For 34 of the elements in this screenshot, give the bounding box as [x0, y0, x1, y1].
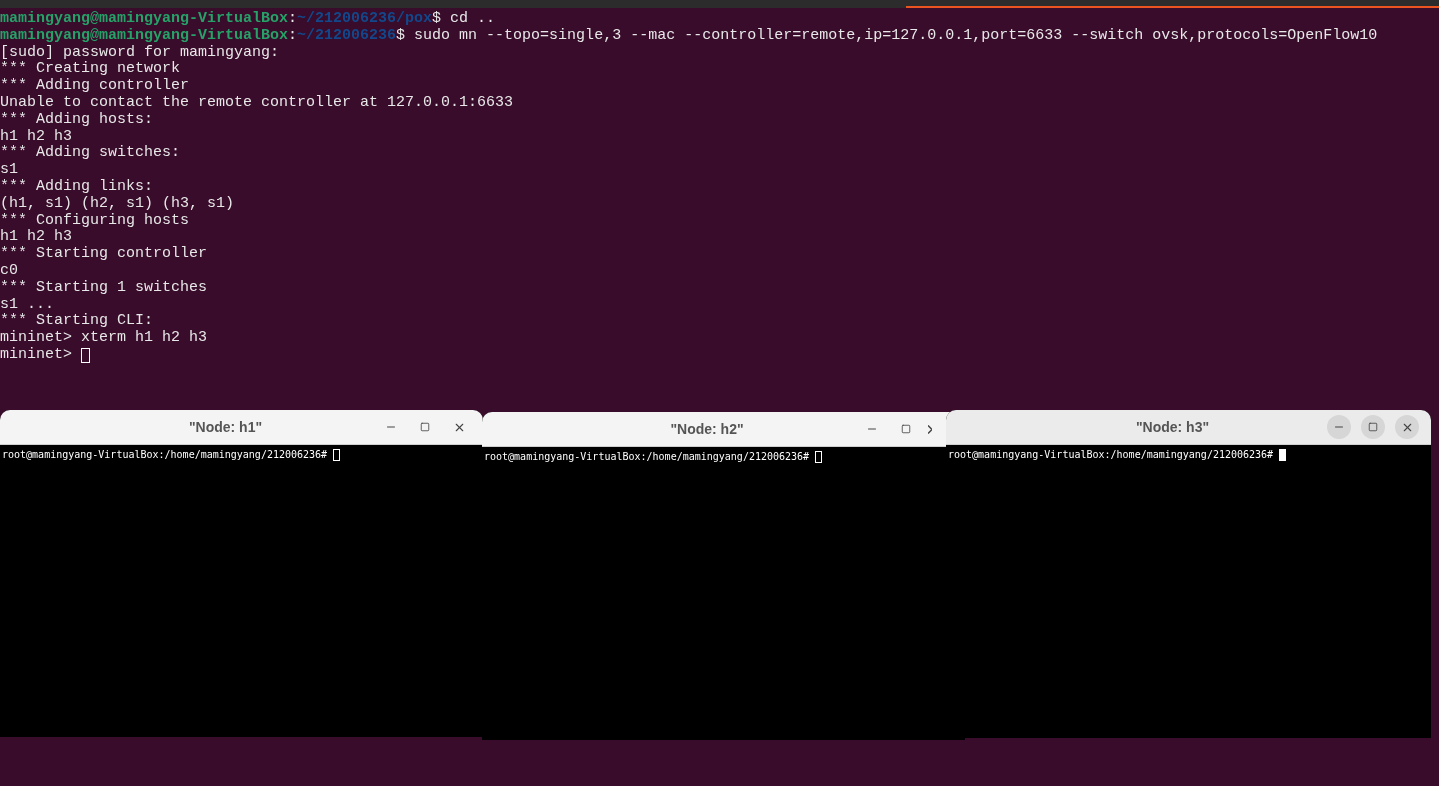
- terminal-line: *** Adding controller: [0, 78, 190, 95]
- window-title: "Node: h3": [1135, 417, 1210, 437]
- window-title: "Node: h1": [188, 417, 263, 437]
- terminal-line: c0: [0, 262, 18, 280]
- maximize-icon: [1368, 422, 1378, 432]
- terminal-line: mininet>: [0, 346, 73, 364]
- terminal-line: mininet> xterm h1 h2 h3: [0, 330, 208, 347]
- shell-prompt: root@mamingyang-VirtualBox:/home/mamingyang/212006236#: [2, 448, 329, 462]
- terminal-line: h1 h2 h3: [0, 128, 72, 145]
- terminal-line: mamingyang@mamingyang-VirtualBox:~/212006236/pox$ cd ..: [0, 11, 496, 28]
- shell-prompt: root@mamingyang-VirtualBox:/home/mamingyang/212006236#: [948, 448, 1275, 462]
- minimize-button[interactable]: [1327, 415, 1351, 439]
- maximize-icon: [901, 424, 911, 434]
- maximize-icon: [420, 422, 430, 432]
- terminal-line: *** Starting CLI:: [0, 313, 154, 330]
- terminal-line: [sudo] password for mamingyang:: [0, 44, 280, 61]
- terminal-line: h1 h2 h3: [0, 229, 72, 246]
- close-icon: [928, 424, 932, 434]
- terminal-line: *** Starting 1 switches: [0, 279, 208, 297]
- maximize-button[interactable]: [1361, 415, 1385, 439]
- terminal-line: *** Configuring hosts: [0, 212, 190, 229]
- terminal-line: s1 ...: [0, 296, 54, 313]
- terminal-line: *** Adding links:: [0, 178, 154, 196]
- close-button[interactable]: [1395, 415, 1419, 439]
- terminal-line: (h1, s1) (h2, s1) (h3, s1): [0, 195, 235, 213]
- terminal-line: *** Adding hosts:: [0, 111, 154, 129]
- shell-prompt: root@mamingyang-VirtualBox:/home/mamingyang/212006236#: [484, 450, 811, 464]
- terminal-line: *** Starting controller: [0, 246, 208, 263]
- terminal-line: Unable to contact the remote controller at 127.0.0.1:6633: [0, 95, 514, 112]
- terminal-line: mamingyang@mamingyang-VirtualBox:~/212006236$ sudo mn --topo=single,3 --mac --controller=remote,ip=127.0.0.1,port=6633 --switch ovsk,protocols=OpenFlow10: [0, 27, 1378, 45]
- terminal-line: *** Adding switches:: [0, 145, 181, 163]
- window-title: "Node: h2": [670, 419, 744, 439]
- terminal-line: *** Creating network: [0, 61, 181, 78]
- terminal-line: s1: [0, 162, 18, 179]
